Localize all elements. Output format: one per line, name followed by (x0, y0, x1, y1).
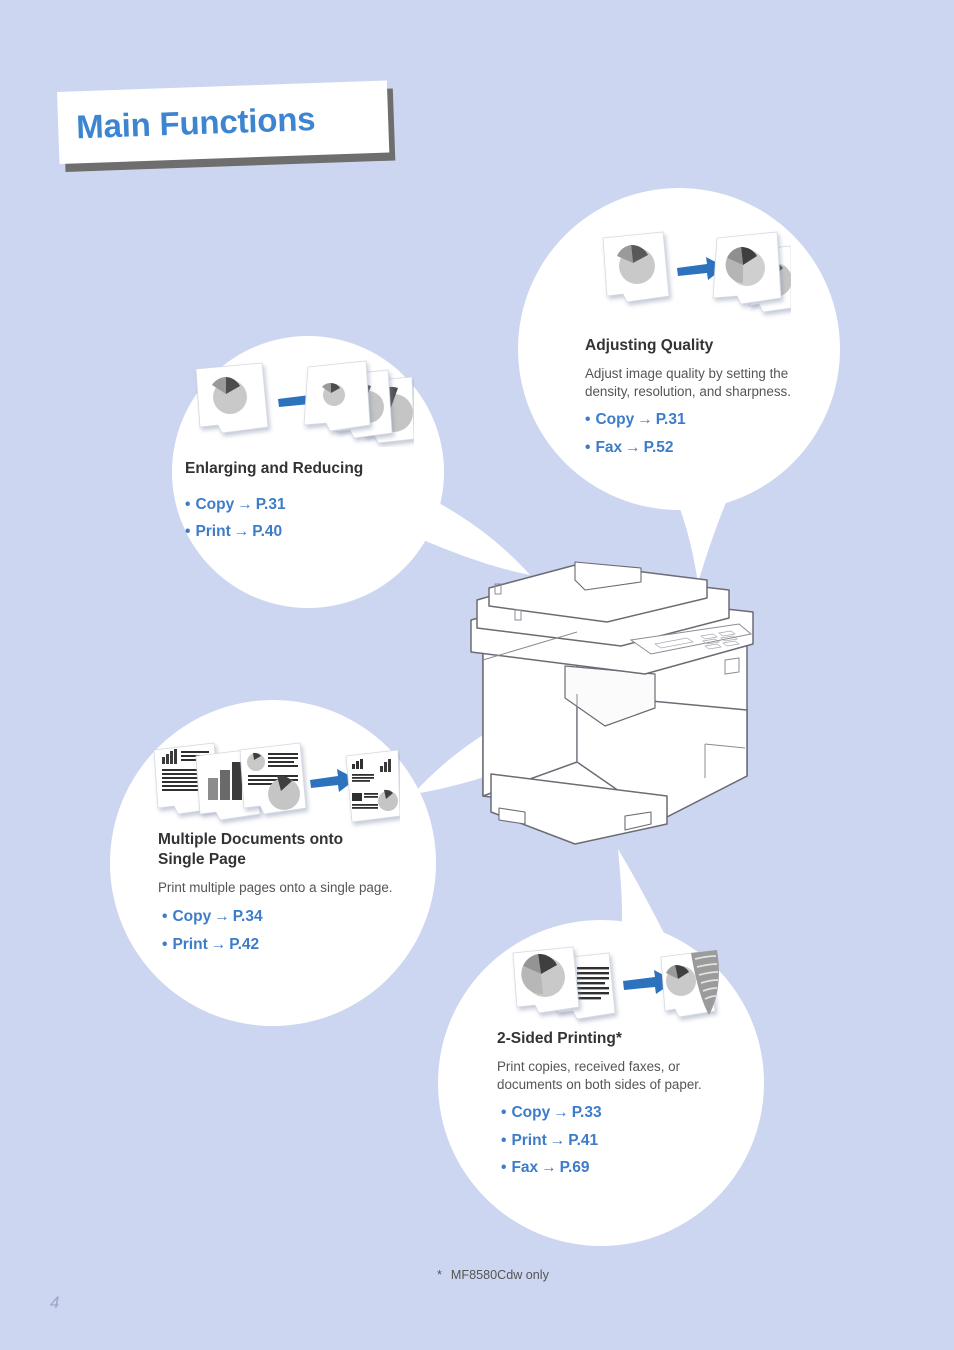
page-number: 4 (50, 1293, 60, 1312)
link-label: Copy (195, 495, 235, 513)
link-copy-p33[interactable]: • Copy → P.33 (501, 1105, 747, 1121)
bubble-body-multiple-documents: Print multiple pages onto a single page. (158, 879, 393, 895)
link-label: Copy (595, 411, 635, 429)
link-fax-p69[interactable]: • Fax → P.69 (501, 1160, 747, 1176)
link-copy-p31[interactable]: • Copy → P.31 (185, 497, 429, 513)
link-label: Fax (511, 1159, 539, 1177)
link-label: Fax (595, 438, 623, 456)
bubble-links-multiple-documents: • Copy → P.34 • Print → P.42 (162, 909, 414, 952)
link-label: Copy (172, 908, 212, 926)
bubble-multiple-documents-content: Multiple Documents onto Single Page Prin… (153, 738, 420, 988)
bullet-dot: • (501, 1104, 507, 1122)
bullet-dot: • (501, 1131, 507, 1149)
link-copy-p31[interactable]: • Copy → P.31 (585, 412, 817, 428)
link-label: Print (195, 523, 231, 541)
bubble-title-adjusting-quality: Adjusting Quality (585, 337, 714, 354)
link-page: P.41 (568, 1131, 599, 1149)
bubble-body-two-sided-printing: Print copies, received faxes, or documen… (497, 1058, 702, 1092)
bullet-dot: • (162, 908, 168, 926)
bubble-adjusting-quality-content: Adjusting Quality Adjust image quality b… (585, 228, 825, 478)
link-page: P.34 (232, 908, 263, 926)
bubble-title-line1: Multiple Documents onto (158, 831, 344, 848)
bullet-dot: • (185, 523, 191, 541)
right-arrow-icon: → (637, 411, 653, 429)
bullet-dot: • (501, 1159, 507, 1177)
link-print-p40[interactable]: • Print → P.40 (185, 524, 429, 540)
right-arrow-icon: → (549, 1131, 566, 1149)
link-print-p42[interactable]: • Print → P.42 (162, 937, 414, 953)
link-page: P.31 (255, 495, 286, 513)
link-print-p41[interactable]: • Print → P.41 (501, 1133, 747, 1149)
right-arrow-icon: → (233, 523, 250, 541)
bullet-dot: • (185, 495, 191, 513)
bubble-body-adjusting-quality: Adjust image quality by setting the dens… (585, 365, 791, 399)
bubble-two-sided-printing-content: 2-Sided Printing* Print copies, received… (497, 945, 752, 1215)
link-page: P.33 (571, 1104, 602, 1122)
banner-plate: Main Functions (57, 80, 390, 164)
link-label: Print (172, 935, 208, 953)
page-canvas: Main Functions Enlarging and Reducing • … (0, 0, 954, 1350)
link-copy-p34[interactable]: • Copy → P.34 (162, 909, 414, 925)
right-arrow-icon: → (541, 1159, 557, 1177)
bubble-enlarging-reducing-content: Enlarging and Reducing • Copy → P.31 • Print… (182, 355, 432, 590)
footnote-text: MF8580Cdw only (450, 1268, 549, 1282)
right-arrow-icon: → (214, 908, 230, 926)
bullet-dot: • (585, 411, 591, 429)
bubble-title-enlarging-reducing: Enlarging and Reducing (185, 460, 364, 477)
bubble-title-multiple-documents: Multiple Documents onto Single Page (158, 830, 414, 870)
scaled-pages-arrow-icon (195, 360, 414, 444)
link-label: Print (511, 1131, 547, 1149)
link-page: P.31 (655, 411, 686, 429)
bullet-dot: • (585, 438, 591, 456)
bullet-dot: • (162, 935, 168, 953)
link-label: Copy (511, 1104, 551, 1122)
footnote: * MF8580Cdw only (437, 1268, 549, 1282)
multifunction-printer-illustration (470, 561, 754, 845)
right-arrow-icon: → (553, 1104, 569, 1122)
footnote-marker: * (437, 1268, 442, 1282)
link-page: P.69 (559, 1159, 590, 1177)
link-page: P.40 (252, 523, 283, 541)
bubble-title-line2: Single Page (158, 850, 246, 868)
page-title-banner: Main Functions (57, 80, 396, 172)
nup-pages-arrow-icon (153, 742, 400, 823)
right-arrow-icon: → (210, 935, 227, 953)
right-arrow-icon: → (237, 495, 253, 513)
link-page: P.42 (229, 935, 260, 953)
link-fax-p52[interactable]: • Fax → P.52 (585, 440, 817, 456)
bubble-links-enlarging-reducing: • Copy → P.31 • Print → P.40 (185, 497, 429, 540)
page-title: Main Functions (75, 100, 316, 146)
bubble-title-two-sided-printing: 2-Sided Printing* (497, 1030, 622, 1047)
quality-pages-arrow-icon (602, 231, 791, 313)
link-page: P.52 (643, 438, 674, 456)
bubble-links-two-sided-printing: • Copy → P.33 • Print → P.41 • Fax → P.69 (501, 1105, 747, 1176)
duplex-pages-arrow-icon (512, 946, 719, 1020)
bubble-links-adjusting-quality: • Copy → P.31 • Fax → P.52 (585, 412, 817, 455)
right-arrow-icon: → (625, 438, 641, 456)
